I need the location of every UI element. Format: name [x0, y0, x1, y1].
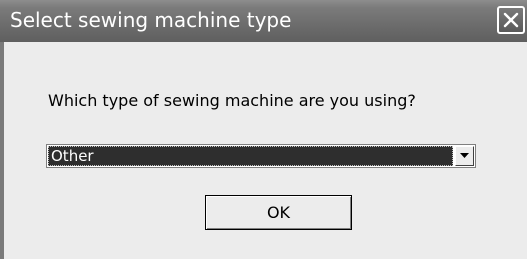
machine-type-selected-value[interactable]: Other: [48, 146, 453, 166]
machine-type-prompt: Which type of sewing machine are you usi…: [48, 91, 416, 110]
ok-button[interactable]: OK: [205, 195, 352, 230]
window-border: [0, 42, 4, 259]
close-button[interactable]: [497, 6, 525, 34]
machine-type-dropdown[interactable]: Other: [46, 144, 476, 168]
window-title: Select sewing machine type: [10, 8, 292, 32]
dropdown-arrow-button[interactable]: [455, 146, 474, 166]
close-icon: [503, 12, 519, 28]
chevron-down-icon: [460, 153, 469, 158]
ok-button-label: OK: [266, 203, 291, 222]
dialog-window: Select sewing machine type Which type of…: [0, 0, 527, 259]
title-bar[interactable]: Select sewing machine type: [0, 0, 527, 42]
